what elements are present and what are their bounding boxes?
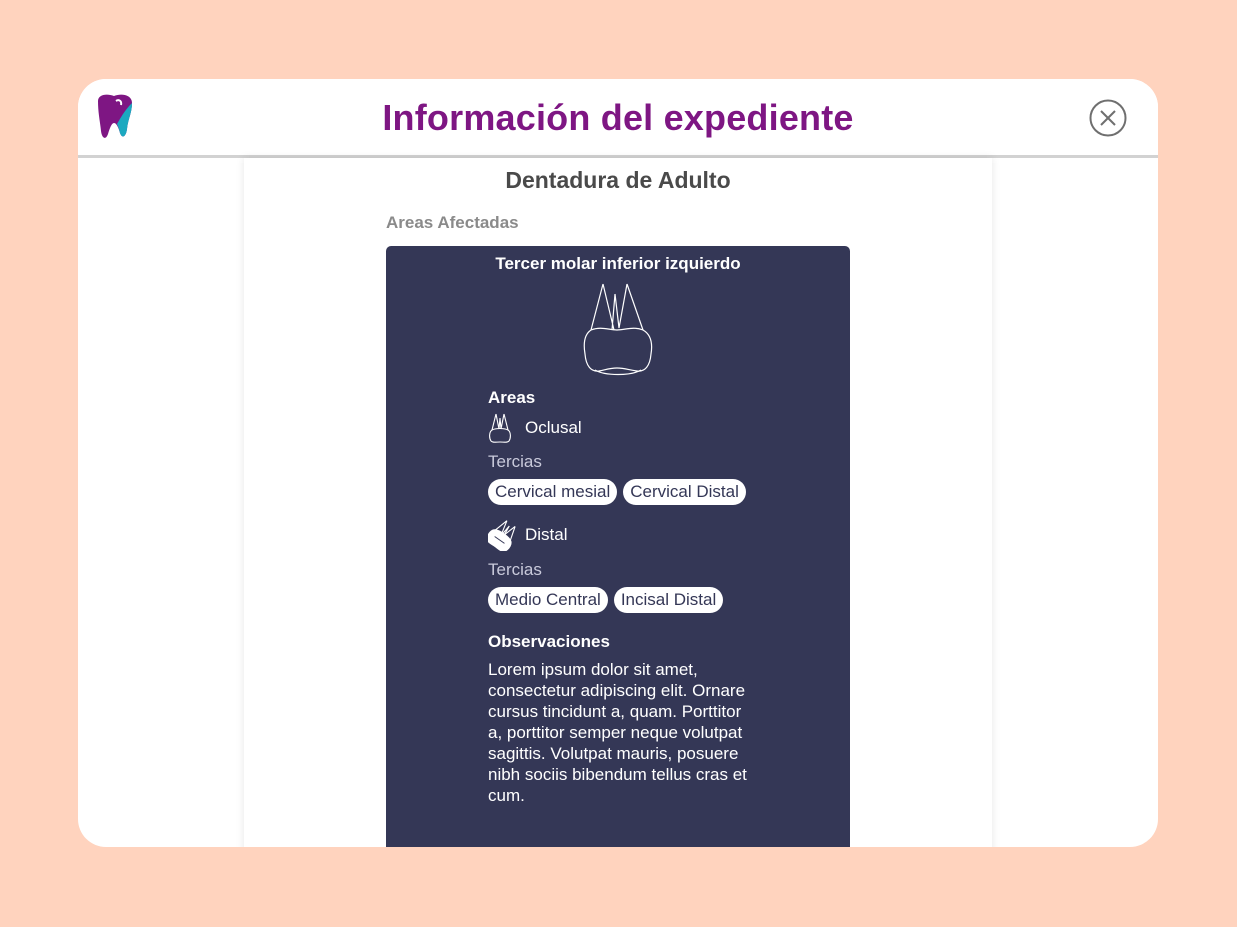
areas-heading: Areas <box>488 388 536 407</box>
area-name: Oclusal <box>525 418 582 437</box>
tercias-chip-list: Cervical mesial Cervical Distal <box>488 479 752 505</box>
observations-text: Lorem ipsum dolor sit amet, consectetur … <box>488 660 747 805</box>
close-icon[interactable] <box>1089 99 1127 137</box>
tercia-chip[interactable]: Incisal Distal <box>613 587 724 613</box>
tooth-distal-icon <box>488 520 516 551</box>
affected-areas-label: Areas Afectadas <box>386 213 519 232</box>
tercia-chip[interactable]: Cervical Distal <box>623 479 746 505</box>
modal-header: Información del expediente <box>78 79 1158 158</box>
modal-title: Información del expediente <box>382 97 854 138</box>
molar-tooth-icon <box>583 283 653 376</box>
tercia-chip[interactable]: Medio Central <box>488 587 608 613</box>
observations-heading: Observaciones <box>488 632 610 651</box>
tercias-label: Tercias <box>488 560 542 579</box>
area-name: Distal <box>525 525 568 544</box>
tooth-name: Tercer molar inferior izquierdo <box>495 254 741 273</box>
tercias-label: Tercias <box>488 452 542 471</box>
tooth-detail-card: Tercer molar inferior izquierdo Areas Oc… <box>386 246 850 847</box>
sheet-title: Dentadura de Adulto <box>505 167 731 193</box>
tercias-chip-list: Medio Central Incisal Distal <box>488 587 729 613</box>
tercia-chip[interactable]: Cervical mesial <box>488 479 618 505</box>
tooth-oclusal-icon <box>489 413 511 443</box>
record-info-modal: Información del expediente Dentadura de … <box>78 79 1158 847</box>
